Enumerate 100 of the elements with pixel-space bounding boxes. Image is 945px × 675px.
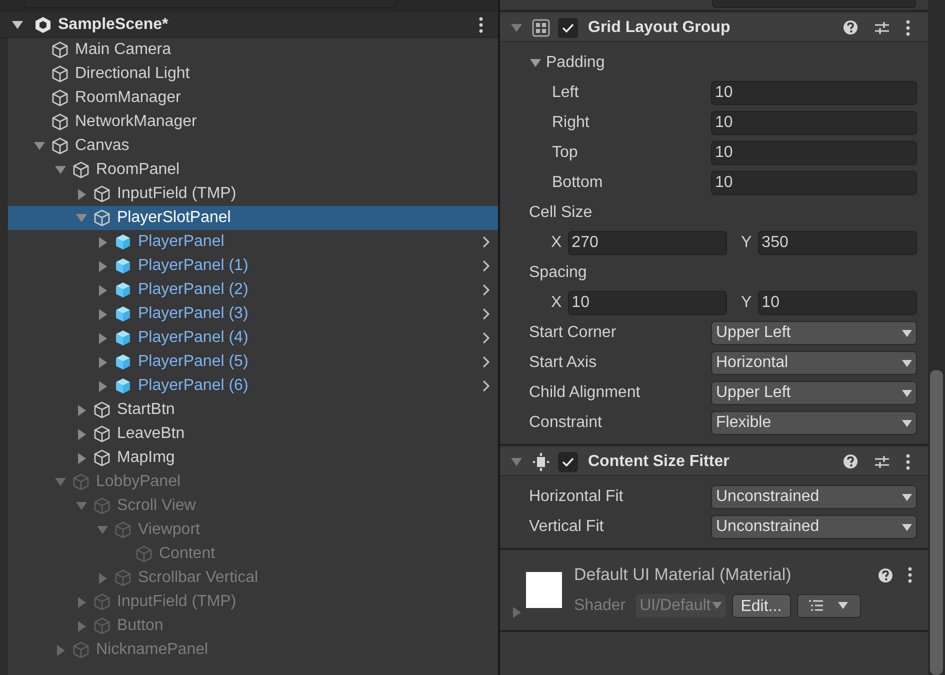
property-label: Left	[552, 83, 580, 103]
hierarchy-row[interactable]: RoomPanel	[8, 158, 498, 182]
edit-button[interactable]: Edit...	[732, 594, 791, 618]
axis-label: X	[551, 293, 562, 313]
property-label: Spacing	[529, 263, 587, 283]
value-field[interactable]: 10	[711, 111, 917, 135]
property-label: Start Axis	[529, 353, 598, 373]
item-name: StartBtn	[117, 400, 176, 420]
value-field[interactable]: 10	[711, 171, 917, 195]
collapsed-arrow-icon[interactable]	[96, 284, 108, 296]
hierarchy-row[interactable]: PlayerPanel (4)	[8, 326, 498, 350]
list-options-button[interactable]	[796, 594, 861, 618]
value-field[interactable]: 10	[758, 291, 917, 315]
more-options-icon[interactable]	[908, 567, 912, 583]
enable-checkbox[interactable]	[558, 18, 578, 38]
dropdown-value: Unconstrained	[716, 487, 820, 507]
dropdown[interactable]: Upper Left	[711, 381, 917, 405]
dropdown-value: Flexible	[716, 413, 772, 433]
item-name: PlayerPanel (1)	[138, 256, 250, 276]
property-label: Start Corner	[529, 323, 618, 343]
component-header[interactable]: Content Size Fitter	[500, 448, 928, 476]
item-name: InputField (TMP)	[117, 592, 238, 612]
scrollbar-thumb[interactable]	[930, 370, 943, 675]
chevron-right-icon[interactable]	[482, 356, 490, 368]
hierarchy-row[interactable]: InputField (TMP)	[8, 182, 498, 206]
item-name: Scrollbar Vertical	[138, 568, 260, 588]
value-field[interactable]: 270	[568, 231, 727, 255]
expanded-arrow-icon[interactable]	[529, 57, 541, 69]
collapsed-arrow-icon[interactable]	[96, 236, 108, 248]
value-field[interactable]: 10	[568, 291, 727, 315]
dropdown[interactable]: Unconstrained	[711, 515, 917, 539]
collapsed-arrow-icon[interactable]	[96, 332, 108, 344]
axis-label: Y	[741, 293, 752, 313]
item-name: MapImg	[117, 448, 176, 468]
hierarchy-row[interactable]: LeaveBtn	[8, 422, 498, 446]
preset-sliders-icon[interactable]	[874, 454, 890, 468]
item-name: Scroll View	[117, 496, 197, 516]
expanded-arrow-icon[interactable]	[33, 140, 45, 152]
dropdown[interactable]: Unconstrained	[711, 485, 917, 509]
material-title: Default UI Material (Material)	[574, 564, 792, 586]
foldout-label: Padding	[546, 53, 606, 73]
value-field[interactable]: 10	[711, 81, 917, 105]
hierarchy-row[interactable]: Canvas	[8, 134, 498, 158]
collapsed-arrow-icon[interactable]	[96, 380, 108, 392]
collapsed-arrow-icon[interactable]	[75, 452, 87, 464]
help-icon[interactable]	[843, 20, 858, 35]
collapsed-arrow-icon[interactable]	[96, 260, 108, 272]
expanded-arrow-icon[interactable]	[54, 164, 66, 176]
item-name: RoomPanel	[96, 160, 181, 180]
hierarchy-row[interactable]: RoomManager	[8, 86, 498, 110]
chevron-right-icon[interactable]	[482, 332, 490, 344]
size-fitter-icon	[532, 452, 550, 470]
hierarchy-row[interactable]: StartBtn	[8, 398, 498, 422]
collapsed-arrow-icon[interactable]	[96, 308, 108, 320]
chevron-right-icon[interactable]	[482, 260, 490, 272]
help-icon[interactable]	[878, 568, 893, 582]
hierarchy-row[interactable]: PlayerPanel (1)	[8, 254, 498, 278]
chevron-right-icon[interactable]	[482, 308, 490, 320]
collapsed-arrow-icon[interactable]	[75, 428, 87, 440]
help-icon[interactable]	[843, 454, 858, 469]
hierarchy-row[interactable]: PlayerPanel	[8, 230, 498, 254]
value-field[interactable]: 350	[758, 231, 917, 255]
dropdown[interactable]: Horizontal	[711, 351, 917, 375]
dropdown-caret-icon	[838, 602, 848, 610]
preset-sliders-icon[interactable]	[874, 20, 890, 34]
hierarchy-row[interactable]: NetworkManager	[8, 110, 498, 134]
chevron-right-icon[interactable]	[482, 284, 490, 296]
enable-checkbox[interactable]	[558, 452, 578, 472]
item-name: Canvas	[75, 136, 130, 156]
dropdown[interactable]: Upper Left	[711, 321, 917, 345]
expanded-arrow-icon[interactable]	[11, 18, 23, 30]
property-label: Constraint	[529, 413, 603, 433]
hierarchy-row[interactable]: PlayerPanel (6)	[8, 374, 498, 398]
property-label: Bottom	[552, 173, 604, 193]
collapsed-arrow-icon[interactable]	[75, 188, 87, 200]
hierarchy-row[interactable]: Main Camera	[8, 38, 498, 62]
hierarchy-row[interactable]: MapImg	[8, 446, 498, 470]
item-name: PlayerPanel (2)	[138, 280, 250, 300]
dropdown-value: Unconstrained	[716, 517, 820, 537]
more-options-icon[interactable]	[479, 16, 483, 32]
chevron-right-icon[interactable]	[482, 380, 490, 392]
hierarchy-row[interactable]: PlayerPanel (3)	[8, 302, 498, 326]
dropdown-caret-icon	[902, 524, 912, 530]
hierarchy-row[interactable]: Directional Light	[8, 62, 498, 86]
property-label: Child Alignment	[529, 383, 642, 403]
component-header[interactable]: Grid Layout Group	[500, 14, 928, 42]
collapsed-arrow-icon[interactable]	[510, 606, 522, 618]
dropdown[interactable]: Flexible	[711, 411, 917, 435]
item-name: Main Camera	[75, 40, 172, 60]
hierarchy-row[interactable]: PlayerSlotPanel	[8, 206, 498, 230]
more-options-icon[interactable]	[906, 454, 910, 470]
collapsed-arrow-icon[interactable]	[75, 404, 87, 416]
item-name: PlayerSlotPanel	[117, 208, 232, 228]
value-field[interactable]: 10	[711, 141, 917, 165]
hierarchy-row[interactable]: PlayerPanel (2)	[8, 278, 498, 302]
item-name: PlayerPanel (3)	[138, 304, 250, 324]
more-options-icon[interactable]	[906, 20, 910, 36]
collapsed-arrow-icon[interactable]	[96, 356, 108, 368]
hierarchy-row[interactable]: PlayerPanel (5)	[8, 350, 498, 374]
chevron-right-icon[interactable]	[482, 236, 490, 248]
